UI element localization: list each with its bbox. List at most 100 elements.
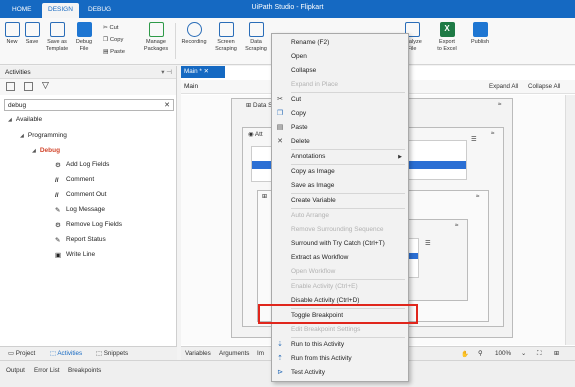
publish-button[interactable]: Publish xyxy=(468,22,492,46)
menu-item-collapse[interactable]: Collapse xyxy=(272,64,408,78)
tab-variables[interactable]: Variables xyxy=(185,350,211,357)
menu-item-annotations-label: Annotations xyxy=(291,153,326,160)
activity-remove-log-fields[interactable]: ⚙ Remove Log Fields xyxy=(55,221,122,229)
recording-button[interactable]: Recording xyxy=(180,22,208,46)
vertical-scrollbar[interactable] xyxy=(565,95,575,345)
close-tab-icon[interactable]: ✕ xyxy=(202,68,209,75)
zoom-level[interactable]: 100% xyxy=(495,350,511,357)
save-as-template-label: Save as Template xyxy=(45,39,69,52)
cut-button[interactable]: ✂ Cut xyxy=(103,25,119,31)
overview-icon[interactable]: ⊞ xyxy=(554,350,559,357)
menu-item-surround-try-catch[interactable]: Surround with Try Catch (Ctrl+T) xyxy=(272,237,408,251)
record-icon xyxy=(186,22,202,37)
tab-project[interactable]: ▭ Project xyxy=(8,350,35,357)
activity-comment-out[interactable]: // Comment Out xyxy=(55,191,106,199)
export-excel-label: Export to Excel xyxy=(437,39,457,52)
save-as-template-button[interactable]: Save as Template xyxy=(44,22,70,52)
expand-all-link[interactable]: Expand All xyxy=(489,83,518,90)
collapse-icon[interactable]: ≈ xyxy=(455,222,458,229)
export-excel-button[interactable]: X Export to Excel xyxy=(434,22,460,52)
menu-item-paste-label: Paste xyxy=(291,124,308,131)
paste-button[interactable]: ▤ Paste xyxy=(103,49,125,55)
search-value: debug xyxy=(8,102,27,109)
save-icon xyxy=(24,22,40,37)
tab-project-label: Project xyxy=(15,350,36,357)
data-scraping-button[interactable]: Data Scraping xyxy=(244,22,268,52)
filter-icon[interactable]: ▽ xyxy=(42,81,51,90)
menu-item-paste[interactable]: ▤ Paste xyxy=(272,121,408,135)
document-tab-main[interactable]: Main * ✕ xyxy=(181,66,225,78)
data-scraping-icon: ⊞ xyxy=(246,102,254,109)
delete-icon: ✕ xyxy=(277,138,283,145)
tab-breakpoints[interactable]: Breakpoints xyxy=(68,367,101,374)
manage-packages-button[interactable]: Manage Packages xyxy=(142,22,170,52)
copy-icon: ❐ xyxy=(276,110,284,117)
activity-write-line[interactable]: ▣ Write Line xyxy=(55,251,95,259)
activity-log-message[interactable]: ✎ Log Message xyxy=(55,206,105,214)
copy-button[interactable]: ❐ Copy xyxy=(103,37,123,43)
tab-error-list[interactable]: Error List xyxy=(34,367,60,374)
expanded-arrow-icon: ◢ xyxy=(32,148,36,154)
menu-item-copy[interactable]: ❐ Copy xyxy=(272,107,408,121)
tab-activities-label: Activities xyxy=(57,350,83,357)
activity-add-log-fields[interactable]: ⚙ Add Log Fields xyxy=(55,161,109,169)
gear-icon: ⚙ xyxy=(55,222,61,229)
screen-scraping-button[interactable]: Screen Scraping xyxy=(213,22,239,52)
tab-imports[interactable]: Im xyxy=(257,350,264,357)
pin-icon[interactable]: ▾ ⊣ xyxy=(161,66,172,79)
options-icon[interactable]: ☰ xyxy=(425,240,431,247)
menu-item-cut-label: Cut xyxy=(291,96,302,103)
collapse-icon[interactable]: ≈ xyxy=(476,193,479,200)
activity-report-status[interactable]: ✎ Report Status xyxy=(55,236,106,244)
activities-panel-title: Activities xyxy=(5,69,31,76)
collapse-all-icon[interactable] xyxy=(24,82,33,91)
tree-item-available[interactable]: ◢ Available xyxy=(8,116,42,123)
report-icon: ✎ xyxy=(55,237,61,244)
screen-scraping-label: Screen Scraping xyxy=(215,39,237,52)
collapse-all-link[interactable]: Collapse All xyxy=(528,83,560,90)
pan-icon[interactable]: ✋ xyxy=(461,350,469,358)
tab-home[interactable]: HOME xyxy=(6,3,38,18)
menu-item-create-variable[interactable]: Create Variable xyxy=(272,194,408,208)
attach-title: ◉ Att xyxy=(248,131,263,138)
collapse-icon[interactable]: ≈ xyxy=(498,101,501,108)
activities-search-input[interactable]: debug ✕ xyxy=(4,99,174,111)
menu-item-run-to-activity[interactable]: ⇣ Run to this Activity xyxy=(272,338,408,352)
tree-item-debug[interactable]: ◢ Debug xyxy=(32,147,60,154)
magnifier-icon[interactable]: ⚲ xyxy=(478,350,483,357)
tab-arguments[interactable]: Arguments xyxy=(219,350,249,357)
debug-file-button[interactable]: Debug File xyxy=(74,22,94,52)
menu-item-annotations[interactable]: Annotations ▶ xyxy=(272,150,408,164)
tab-output[interactable]: Output xyxy=(6,367,25,374)
options-icon[interactable]: ☰ xyxy=(471,136,477,143)
test-icon: ⊳ xyxy=(277,369,283,376)
title-bar: HOME DESIGN DEBUG UiPath Studio - Flipka… xyxy=(0,0,575,18)
menu-item-copy-label: Copy xyxy=(291,110,307,117)
recording-label: Recording xyxy=(181,39,207,45)
clear-search-icon[interactable]: ✕ xyxy=(164,101,170,109)
breadcrumb[interactable]: Main xyxy=(184,83,198,90)
menu-item-enable-activity: Enable Activity (Ctrl+E) xyxy=(291,283,358,290)
menu-item-cut[interactable]: ✂ Cut xyxy=(272,93,408,107)
paste-icon: ▤ xyxy=(276,124,284,131)
menu-item-copy-as-image[interactable]: Copy as Image xyxy=(272,165,408,179)
expand-all-icon[interactable] xyxy=(6,82,15,91)
activity-comment[interactable]: // Comment xyxy=(55,176,94,184)
tab-snippets[interactable]: ⬚ Snippets xyxy=(96,350,128,357)
save-button[interactable]: Save xyxy=(24,22,40,46)
fit-to-screen-icon[interactable]: ⛶ xyxy=(537,350,541,358)
menu-item-delete[interactable]: ✕ Delete xyxy=(272,135,408,149)
menu-item-test-activity[interactable]: ⊳ Test Activity xyxy=(272,366,408,380)
tab-debug[interactable]: DEBUG xyxy=(82,3,117,18)
collapse-icon[interactable]: ≈ xyxy=(491,130,494,137)
menu-item-extract-as-workflow[interactable]: Extract as Workflow xyxy=(272,251,408,265)
zoom-dropdown-icon[interactable]: ⌄ xyxy=(521,350,526,357)
tree-item-programming[interactable]: ◢ Programming xyxy=(20,132,67,139)
menu-item-run-from-activity[interactable]: ⇡ Run from this Activity xyxy=(272,352,408,366)
menu-item-save-as-image[interactable]: Save as Image xyxy=(272,179,408,193)
menu-item-open[interactable]: Open xyxy=(272,50,408,64)
tab-design[interactable]: DESIGN xyxy=(42,3,79,18)
menu-item-rename[interactable]: Rename (F2) xyxy=(272,36,408,50)
new-button[interactable]: New xyxy=(4,22,20,46)
tab-activities[interactable]: ⬚ Activities xyxy=(50,350,82,357)
